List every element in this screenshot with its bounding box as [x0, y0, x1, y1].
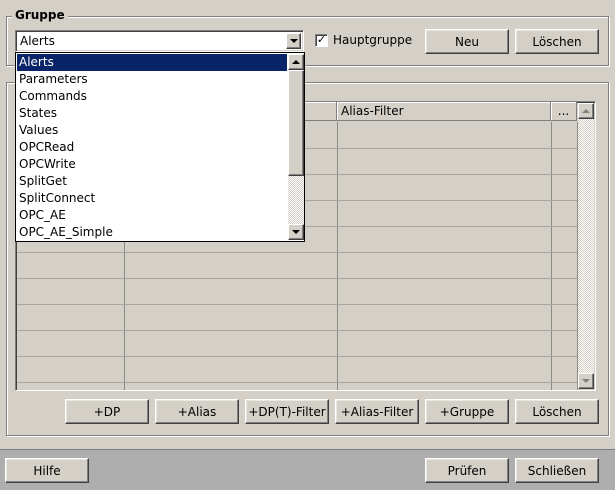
dropdown-scroll-thumb[interactable] [288, 70, 304, 176]
gruppe-dropdown-list[interactable]: Alerts Parameters Commands States Values OPCR… [15, 52, 305, 242]
arrow-up-icon [292, 60, 300, 64]
entries-loeschen-button[interactable]: Löschen [515, 399, 599, 424]
row-divider [17, 356, 577, 357]
hauptgruppe-checkbox[interactable]: ✓ [315, 34, 328, 47]
pruefen-button[interactable]: Prüfen [425, 458, 509, 483]
dropdown-option[interactable]: OPC_AE_Simple [17, 224, 287, 241]
arrow-down-icon [292, 230, 300, 234]
arrow-down-icon [582, 379, 590, 383]
dropdown-option[interactable]: SplitConnect [17, 190, 287, 207]
gruppe-loeschen-button[interactable]: Löschen [515, 29, 599, 54]
dropdown-option[interactable]: OPCWrite [17, 156, 287, 173]
neu-button[interactable]: Neu [425, 29, 509, 54]
combobox-dropdown-button[interactable] [286, 33, 301, 49]
row-divider [17, 304, 577, 305]
dropdown-option[interactable]: SplitGet [17, 173, 287, 190]
add-dp-button[interactable]: +DP [65, 399, 149, 424]
gruppe-combobox[interactable]: Alerts [15, 30, 304, 52]
gruppe-legend: Gruppe [12, 8, 68, 22]
hauptgruppe-label[interactable]: Hauptgruppe [333, 33, 412, 47]
check-icon: ✓ [316, 33, 327, 46]
row-divider [17, 252, 577, 253]
dropdown-option[interactable]: Parameters [17, 71, 287, 88]
column-header-more[interactable]: ... [551, 102, 577, 121]
add-dpt-filter-button[interactable]: +DP(T)-Filter [245, 399, 329, 424]
chevron-down-icon [289, 39, 298, 43]
column-header-alias-filter[interactable]: Alias-Filter [337, 102, 551, 121]
dropdown-option[interactable]: Commands [17, 88, 287, 105]
dropdown-option[interactable]: OPCRead [17, 139, 287, 156]
scroll-down-button[interactable] [578, 373, 594, 389]
schliessen-button[interactable]: Schließen [515, 458, 599, 483]
dropdown-scroll-down-button[interactable] [288, 224, 304, 240]
table-vertical-scrollbar[interactable] [578, 103, 594, 389]
row-divider [17, 382, 577, 383]
row-divider [17, 330, 577, 331]
dropdown-option[interactable]: Alerts [17, 54, 287, 71]
column-divider [337, 122, 338, 390]
add-alias-button[interactable]: +Alias [155, 399, 239, 424]
column-divider [551, 122, 552, 390]
scroll-up-button[interactable] [578, 103, 594, 119]
dropdown-scrollbar[interactable] [288, 54, 304, 240]
dropdown-scroll-up-button[interactable] [288, 54, 304, 70]
hilfe-button[interactable]: Hilfe [5, 458, 89, 483]
dropdown-option[interactable]: Values [17, 122, 287, 139]
dropdown-option[interactable]: OPC_AE [17, 207, 287, 224]
gruppe-combobox-value: Alerts [20, 34, 55, 48]
add-alias-filter-button[interactable]: +Alias-Filter [335, 399, 419, 424]
dropdown-option[interactable]: States [17, 105, 287, 122]
row-divider [17, 278, 577, 279]
add-gruppe-button[interactable]: +Gruppe [425, 399, 509, 424]
arrow-up-icon [582, 109, 590, 113]
